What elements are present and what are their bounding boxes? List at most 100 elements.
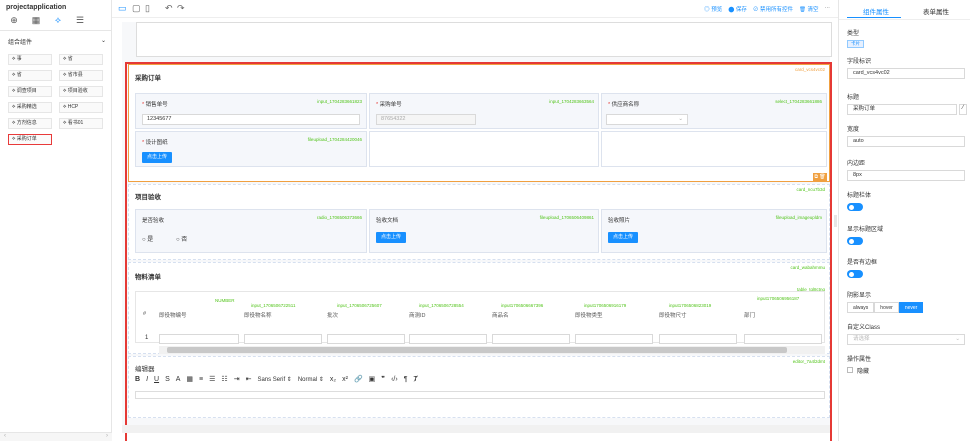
hide-checkbox[interactable] [847,367,853,373]
redo-icon[interactable]: ↷ [177,3,185,14]
field-cell[interactable]: * 设计图纸 fileupload_1704284420046 点击上传 [135,131,367,167]
component-item[interactable]: ⟡ 采购精选 [8,102,52,113]
clear-format-icon[interactable]: Ⱦ [413,376,417,383]
cell-input[interactable] [659,334,737,344]
empty-cell[interactable] [601,131,827,167]
class-select[interactable]: 请选择 ⌄ [847,334,965,345]
radio-yes[interactable]: ○ 是 [142,234,153,243]
component-item[interactable]: ⟡ HCP [59,102,103,113]
canvas-scrollbar[interactable] [122,425,830,433]
show-title-toggle[interactable] [847,237,863,245]
desktop-icon[interactable]: ▭ [118,3,127,14]
component-item[interactable]: ⟡ 省 [59,54,103,65]
field-cell[interactable]: * 采购单号 input_1704283663564 87654322 [369,93,599,129]
field-cell[interactable]: * 销售单号 input_1704283661823 12345677 [135,93,367,129]
indent-icon[interactable]: ⇥ [234,375,240,383]
resize-icon[interactable]: ⁄ [959,104,967,115]
supplier-select[interactable]: ⌄ [606,114,688,125]
table-scrollbar[interactable] [159,346,825,354]
underline-icon[interactable]: U [154,376,159,383]
component-item[interactable]: ⟡ 省市县 [59,70,103,81]
cell-input[interactable] [244,334,322,344]
cell-input[interactable] [159,334,239,344]
radio-no[interactable]: ○ 否 [176,234,187,243]
width-input[interactable]: auto [847,136,965,147]
blocks-icon[interactable]: ▦ [30,14,42,26]
italic-icon[interactable]: I [146,376,148,383]
field-id-input[interactable]: card_vcs4vc02 [847,68,965,79]
component-item[interactable]: ⟡ 省 [8,70,52,81]
tab-component-props[interactable]: 组件属性 [863,6,889,16]
textarea-field[interactable] [136,22,832,57]
ordered-list-icon[interactable]: ☰ [209,375,215,383]
bold-icon[interactable]: B [135,376,140,383]
field-cell[interactable]: * 供应商名称 select_1704283661886 ⌄ [601,93,827,129]
cell-input[interactable] [744,334,822,344]
border-toggle[interactable] [847,270,863,278]
upload-button[interactable]: 点击上传 [376,232,407,243]
sales-no-input[interactable]: 12345677 [142,114,360,125]
link-icon[interactable]: 🔗 [354,375,363,383]
shadow-always[interactable]: always [847,302,875,313]
editor-content[interactable] [135,391,825,399]
card-acceptance[interactable]: 项目验收 card_ncu7b3d 是否验收 radio_17065063736… [128,184,830,260]
card-materials[interactable]: 物料清单 card_wabahmmu table_tgl8ctng # 即役物编… [128,262,830,354]
subscript-icon[interactable]: x₂ [330,376,336,383]
grid-icon[interactable]: ⊕ [8,14,20,26]
title-input[interactable]: 采购订单 [847,104,957,115]
empty-cell[interactable] [369,131,599,167]
group-header[interactable]: 组合组件 ⌄ [8,37,106,46]
strike-icon[interactable]: S [165,376,170,383]
direction-icon[interactable]: ¶ [404,376,408,383]
scroll-left-icon[interactable]: ‹ [4,433,6,439]
scroll-right-icon[interactable]: › [106,433,108,439]
cell-input[interactable] [492,334,570,344]
preview-button[interactable]: ◎ 预览 [704,5,722,13]
component-item[interactable]: ⟡ 项目验收 [59,86,103,97]
card-editor[interactable]: 编辑器 editor_7a4l2dmt B I U S A ▦ ≡ ☰ ☷ ⇥ … [128,356,830,418]
outdent-icon[interactable]: ⇤ [246,375,252,383]
field-cell[interactable]: 是否验收 radio_1706506373666 ○ 是 ○ 否 [135,209,367,253]
mobile-icon[interactable]: ▯ [145,3,150,14]
shadow-hover[interactable]: hover [874,302,899,313]
component-item[interactable]: ⟡ 方剂信息 [8,118,52,129]
cell-input[interactable] [575,334,653,344]
copy-delete-icon[interactable]: ⧉ 🗑 [813,173,827,181]
image-icon[interactable]: ▣ [369,375,376,383]
padding-input[interactable]: 8px [847,170,965,181]
tab-form-props[interactable]: 表单属性 [923,6,949,16]
font-color-icon[interactable]: A [176,376,181,383]
purchase-no-input[interactable]: 87654322 [376,114,476,125]
clear-button[interactable]: 🗑 清空 [799,5,819,13]
cell-input[interactable] [327,334,405,344]
component-item[interactable]: ⟡ 调查项目 [8,86,52,97]
cell-input[interactable] [409,334,487,344]
code-icon[interactable]: ‹/› [391,376,398,383]
card-purchase-order[interactable]: 采购订单 card_vcs4vc02 * 销售单号 input_17042836… [128,64,830,182]
more-button[interactable]: ··· [825,5,831,13]
font-select[interactable]: Sans Serif ⇕ [257,376,291,383]
component-item-purchase-order[interactable]: ⟡ 采购订单 [8,134,52,145]
upload-button[interactable]: 点击上传 [142,152,173,163]
field-cell[interactable]: 验收文档 fileupload_1706506409861 点击上传 [369,209,599,253]
upload-button[interactable]: 点击上传 [608,232,639,243]
size-select[interactable]: Normal ⇕ [298,376,324,383]
quote-icon[interactable]: ❞ [381,375,385,383]
panel-resize-handle[interactable] [834,215,837,227]
component-item[interactable]: ⟡ 看书01 [59,118,103,129]
component-item[interactable]: ⟡ 事 [8,54,52,65]
tablet-icon[interactable]: ▢ [132,3,141,14]
list-icon[interactable]: ☰ [74,14,86,26]
superscript-icon[interactable]: x² [342,376,348,383]
undo-icon[interactable]: ↶ [165,3,173,14]
component-icon[interactable]: ⟡ [52,14,64,26]
align-icon[interactable]: ≡ [199,376,203,383]
save-button[interactable]: ⬤ 保存 [728,5,747,13]
highlight-icon[interactable]: ▦ [186,375,193,383]
left-scrollbar[interactable]: ‹ › [0,432,112,441]
bullet-list-icon[interactable]: ☷ [221,375,227,383]
title-bar-toggle[interactable] [847,203,863,211]
disable-all-button[interactable]: ⊘ 禁用所有控件 [753,5,793,13]
shadow-never[interactable]: never [898,302,924,313]
scroll-thumb[interactable] [167,347,787,353]
